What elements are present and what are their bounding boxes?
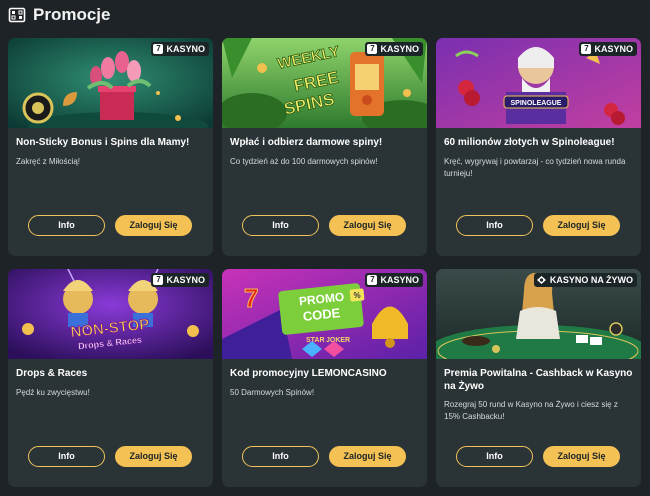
- category-badge: 7 KASYNO: [151, 273, 209, 287]
- brand-seven-icon: 7: [153, 44, 164, 54]
- info-button[interactable]: Info: [456, 215, 533, 236]
- card-title: 60 milionów złotych w Spinoleague!: [444, 137, 615, 148]
- category-badge: 7 KASYNO: [365, 273, 423, 287]
- category-badge: 7 KASYNO: [151, 42, 209, 56]
- login-button[interactable]: Zaloguj Się: [543, 215, 620, 236]
- page-header: Promocje: [8, 4, 110, 26]
- login-button[interactable]: Zaloguj Się: [543, 446, 620, 467]
- card-description: Kręć, wygrywaj i powtarzaj - co tydzień …: [444, 157, 626, 178]
- brand-seven-icon: 7: [367, 275, 378, 285]
- info-button[interactable]: Info: [242, 215, 319, 236]
- brand-seven-icon: 7: [367, 44, 378, 54]
- info-button[interactable]: Info: [242, 446, 319, 467]
- category-badge: 7 KASYNO: [579, 42, 637, 56]
- card-title: Drops & Races: [16, 368, 88, 379]
- login-button[interactable]: Zaloguj Się: [329, 215, 406, 236]
- page-title: Promocje: [33, 5, 111, 24]
- promo-card-spinoleague: SPINOLEAGUE 7 KASYNO 60 milionów złotych…: [436, 38, 641, 256]
- card-description: Pędź ku zwycięstwu!: [16, 388, 90, 397]
- banner-word-spinoleague: SPINOLEAGUE: [511, 100, 562, 107]
- promo-card-weekly-free-spins: WEEKLY FREE SPINS 7 KASYNO Wpłać i odbie…: [222, 38, 427, 256]
- login-button[interactable]: Zaloguj Się: [329, 446, 406, 467]
- svg-text:%: %: [353, 291, 360, 300]
- card-title: Non-Sticky Bonus i Spins dla Mamy!: [16, 137, 190, 148]
- card-title: Premia Powitalna - Cashback w Kasyno na …: [444, 368, 633, 392]
- card-title: Wpłać i odbierz darmowe spiny!: [230, 137, 383, 148]
- promo-card-live-cashback: KASYNO NA ŻYWO Premia Powitalna - Cashba…: [436, 269, 641, 487]
- card-title: Kod promocyjny LEMONCASINO: [230, 368, 387, 379]
- info-button[interactable]: Info: [28, 446, 105, 467]
- promo-card-mother-day: 7 KASYNO Non-Sticky Bonus i Spins dla Ma…: [8, 38, 213, 256]
- banner-word-star: STAR: [306, 337, 325, 344]
- promo-card-drops-races: NON-STOP Drops & Races 7 KASYNO Drops & …: [8, 269, 213, 487]
- brand-seven-icon: 7: [153, 275, 164, 285]
- category-badge: KASYNO NA ŻYWO: [533, 273, 637, 287]
- info-button[interactable]: Info: [456, 446, 533, 467]
- card-description: 50 Darmowych Spinów!: [230, 388, 315, 397]
- live-casino-icon: [536, 276, 546, 284]
- login-button[interactable]: Zaloguj Się: [115, 215, 192, 236]
- promo-card-promo-code: 7 PROMO CODE % STAR JOKER 7 KASYNO Kod p…: [222, 269, 427, 487]
- info-button[interactable]: Info: [28, 215, 105, 236]
- login-button[interactable]: Zaloguj Się: [115, 446, 192, 467]
- category-badge: 7 KASYNO: [365, 42, 423, 56]
- brand-seven-icon: 7: [581, 44, 592, 54]
- card-description: Zakręć z Miłością!: [16, 157, 81, 166]
- svg-text:7: 7: [244, 283, 258, 313]
- card-description: Co tydzień aż do 100 darmowych spinów!: [230, 157, 378, 166]
- card-description: Rozegraj 50 rund w Kasyno na Żywo i cies…: [444, 400, 618, 421]
- promotions-icon: [8, 7, 26, 23]
- banner-word-joker: JOKER: [326, 337, 350, 344]
